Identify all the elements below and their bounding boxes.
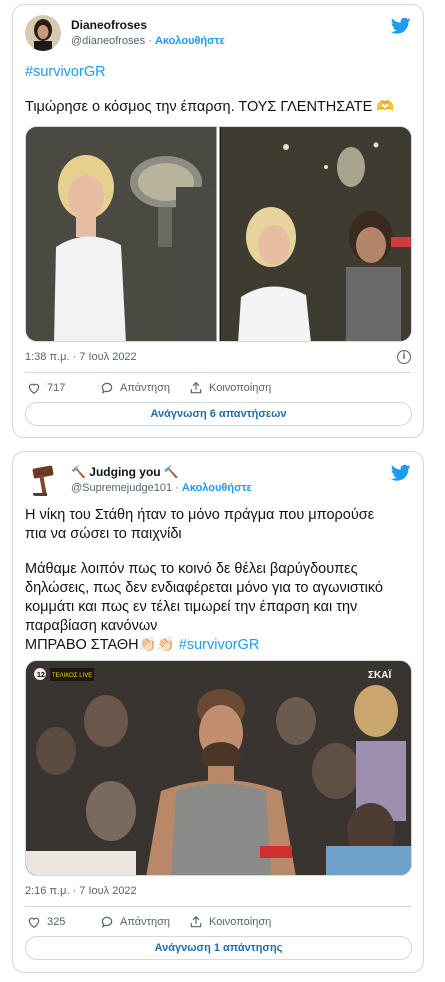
tweet-text-line: παραβίαση κανόνων	[25, 618, 158, 634]
divider	[25, 372, 411, 373]
reply-button[interactable]: Απάντηση	[100, 381, 170, 395]
reply-label: Απάντηση	[120, 916, 170, 928]
info-icon[interactable]: i	[397, 350, 411, 364]
share-label: Κοινοποίηση	[209, 916, 272, 928]
live-overlay: ΤΕΛΙΚΟΣ LIVE	[52, 673, 92, 679]
video-still: 12 ΤΕΛΙΚΟΣ LIVE ΣΚΑΪ	[26, 661, 411, 875]
tweet-text-line: κομμάτι και πως εν τέλει τιμωρεί την έπα…	[25, 599, 358, 615]
tweet-video[interactable]: 12 ΤΕΛΙΚΟΣ LIVE ΣΚΑΪ	[25, 660, 412, 876]
hashtag-link[interactable]: #survivorGR	[25, 64, 106, 80]
read-replies-button[interactable]: Ανάγνωση 1 απάντησης	[25, 936, 412, 960]
tweet-actions: 325 Απάντηση Κοινοποίηση	[25, 915, 411, 933]
read-replies-button[interactable]: Ανάγνωση 6 απαντήσεων	[25, 402, 412, 426]
tweet-text-line: πια να σώσει το παιχνίδι	[25, 526, 182, 542]
tweet-text-line: ΜΠΡΑΒΟ ΣΤΑΘΗ👏🏻👏🏻	[25, 637, 175, 653]
tweet-card: 🔨 Judging you 🔨 @Supremejudge101 · Ακολο…	[12, 451, 424, 973]
handle-line: @dianeofroses · Ακολουθήστε	[71, 35, 225, 47]
network-logo: ΣΚΑΪ	[368, 668, 391, 681]
tweet-card: Dianeofroses @dianeofroses · Ακολουθήστε…	[12, 4, 424, 438]
share-button[interactable]: Κοινοποίηση	[189, 381, 271, 395]
heart-icon	[28, 383, 40, 394]
tweet-header: Dianeofroses @dianeofroses · Ακολουθήστε	[25, 15, 411, 55]
twitter-bird-icon[interactable]	[391, 17, 411, 35]
follow-button[interactable]: Ακολουθήστε	[182, 482, 252, 494]
comment-icon	[101, 916, 113, 928]
comment-icon	[101, 382, 113, 394]
separator: ·	[175, 482, 182, 494]
tweet-text: Τιμώρησε ο κόσμος την έπαρση. ΤΟΥΣ ΓΛΕΝΤ…	[25, 99, 395, 115]
timestamp[interactable]: 2:16 π.μ. · 7 Ιουλ 2022	[25, 885, 137, 897]
tweet-text-line: Μάθαμε λοιπόν πως το κοινό δε θέλει βαρύ…	[25, 561, 358, 577]
timestamp[interactable]: 1:38 π.μ. · 7 Ιουλ 2022	[25, 351, 137, 363]
tweet-actions: 717 Απάντηση Κοινοποίηση	[25, 381, 411, 399]
handle[interactable]: @dianeofroses	[71, 35, 145, 47]
divider	[25, 906, 411, 907]
display-name[interactable]: Dianeofroses	[71, 18, 147, 32]
share-icon	[190, 915, 202, 928]
tweet-media[interactable]	[25, 126, 412, 342]
avatar[interactable]	[25, 15, 61, 51]
like-count: 717	[47, 382, 66, 394]
follow-button[interactable]: Ακολουθήστε	[155, 35, 225, 47]
share-button[interactable]: Κοινοποίηση	[189, 915, 271, 929]
separator: ·	[148, 35, 155, 47]
heart-icon	[28, 917, 40, 928]
reply-label: Απάντηση	[120, 382, 170, 394]
display-name[interactable]: 🔨 Judging you 🔨	[71, 465, 179, 479]
handle-line: @Supremejudge101 · Ακολουθήστε	[71, 482, 252, 494]
hashtag-link[interactable]: #survivorGR	[179, 637, 260, 653]
share-icon	[190, 381, 202, 394]
tweet-hashtag-line: #survivorGR	[25, 63, 413, 82]
tweet-text-line: Η νίκη του Στάθη ήταν το μόνο πράγμα που…	[25, 507, 375, 523]
like-button[interactable]: 717	[27, 381, 65, 395]
tweet-text-line: δηλώσεις, πως δεν ενδιαφέρεται μόνο για …	[25, 580, 383, 596]
handle[interactable]: @Supremejudge101	[71, 482, 172, 494]
like-count: 325	[47, 916, 66, 928]
twitter-bird-icon[interactable]	[391, 464, 411, 482]
tweet-text-last-line: ΜΠΡΑΒΟ ΣΤΑΘΗ👏🏻👏🏻 #survivorGR	[25, 636, 413, 655]
photo-grid	[26, 127, 411, 341]
reply-button[interactable]: Απάντηση	[100, 915, 170, 929]
channel-logo: 12	[37, 672, 45, 679]
avatar[interactable]	[25, 462, 61, 498]
tweet-header: 🔨 Judging you 🔨 @Supremejudge101 · Ακολο…	[25, 462, 411, 502]
share-label: Κοινοποίηση	[209, 382, 272, 394]
like-button[interactable]: 325	[27, 915, 65, 929]
